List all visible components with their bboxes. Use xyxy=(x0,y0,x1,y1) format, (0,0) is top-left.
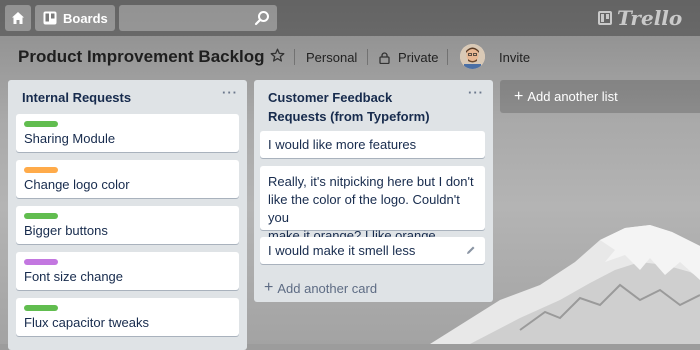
card[interactable]: Font size change xyxy=(16,252,239,290)
header-divider xyxy=(294,49,295,65)
home-icon xyxy=(12,12,24,24)
card-title: Sharing Module xyxy=(24,131,116,146)
list-title-line: Requests (from Typeform) xyxy=(268,109,430,124)
card[interactable]: I would make it smell less xyxy=(260,237,485,264)
card[interactable]: Really, it's nitpicking here but I don't… xyxy=(260,166,485,243)
card[interactable]: Change logo color xyxy=(16,160,239,198)
boards-icon xyxy=(43,11,57,25)
card-title-line: Really, it's nitpicking here but I don't xyxy=(268,174,474,189)
list-customer-feedback: Customer Feedback Requests (from Typefor… xyxy=(254,80,493,302)
card[interactable]: Sharing Module xyxy=(16,114,239,152)
card-label-green xyxy=(24,121,58,127)
search-icon[interactable] xyxy=(254,10,270,26)
card[interactable]: Flux capacitor tweaks xyxy=(16,298,239,336)
team-visibility-button[interactable]: Personal xyxy=(306,50,357,65)
trello-logo[interactable]: Trello xyxy=(598,6,682,30)
card-title: Change logo color xyxy=(24,177,130,192)
add-card-label: Add another card xyxy=(277,280,378,296)
card-title: Bigger buttons xyxy=(24,223,108,238)
trello-logo-icon xyxy=(598,11,612,25)
member-avatar[interactable] xyxy=(460,44,485,69)
add-card-button[interactable]: + Add another card xyxy=(264,280,377,296)
top-header-bar: Boards Trello xyxy=(0,0,700,36)
card-label-orange xyxy=(24,167,58,173)
avatar-image xyxy=(460,44,485,69)
add-list-label: Add another list xyxy=(527,89,618,104)
list-title[interactable]: Customer Feedback Requests (from Typefor… xyxy=(268,88,430,126)
list-title[interactable]: Internal Requests xyxy=(22,88,131,107)
card-title: Font size change xyxy=(24,269,124,284)
header-divider xyxy=(447,49,448,65)
plus-icon: + xyxy=(264,279,274,296)
add-list-button[interactable]: + Add another list xyxy=(500,80,700,113)
trello-logo-text: Trello xyxy=(617,6,683,30)
list-menu-button[interactable]: ··· xyxy=(468,85,484,100)
privacy-button[interactable]: Private xyxy=(379,50,438,65)
board-title[interactable]: Product Improvement Backlog xyxy=(18,47,265,67)
invite-button[interactable]: Invite xyxy=(499,50,530,65)
list-title-line: Customer Feedback xyxy=(268,90,393,105)
privacy-label: Private xyxy=(398,50,439,65)
card-title: I would make it smell less xyxy=(268,243,416,258)
edit-pencil-icon[interactable] xyxy=(465,245,476,256)
card-label-green xyxy=(24,213,58,219)
lock-icon xyxy=(379,51,390,64)
card-label-purple xyxy=(24,259,58,265)
boards-label: Boards xyxy=(63,10,108,26)
card[interactable]: I would like more features xyxy=(260,131,485,158)
list-internal-requests: Internal Requests ··· Sharing Module Cha… xyxy=(8,80,247,350)
plus-icon: + xyxy=(514,87,524,105)
card-title: Flux capacitor tweaks xyxy=(24,315,149,330)
list-menu-button[interactable]: ··· xyxy=(222,85,238,100)
home-button[interactable] xyxy=(5,5,31,31)
header-divider xyxy=(367,49,368,65)
boards-button[interactable]: Boards xyxy=(35,5,115,31)
card-title-line: like the color of the logo. Couldn't you xyxy=(268,192,460,225)
card-title: I would like more features xyxy=(268,137,417,152)
card-title: Really, it's nitpicking here but I don't… xyxy=(268,173,477,245)
card[interactable]: Bigger buttons xyxy=(16,206,239,244)
star-icon[interactable] xyxy=(270,48,285,63)
card-label-green xyxy=(24,305,58,311)
